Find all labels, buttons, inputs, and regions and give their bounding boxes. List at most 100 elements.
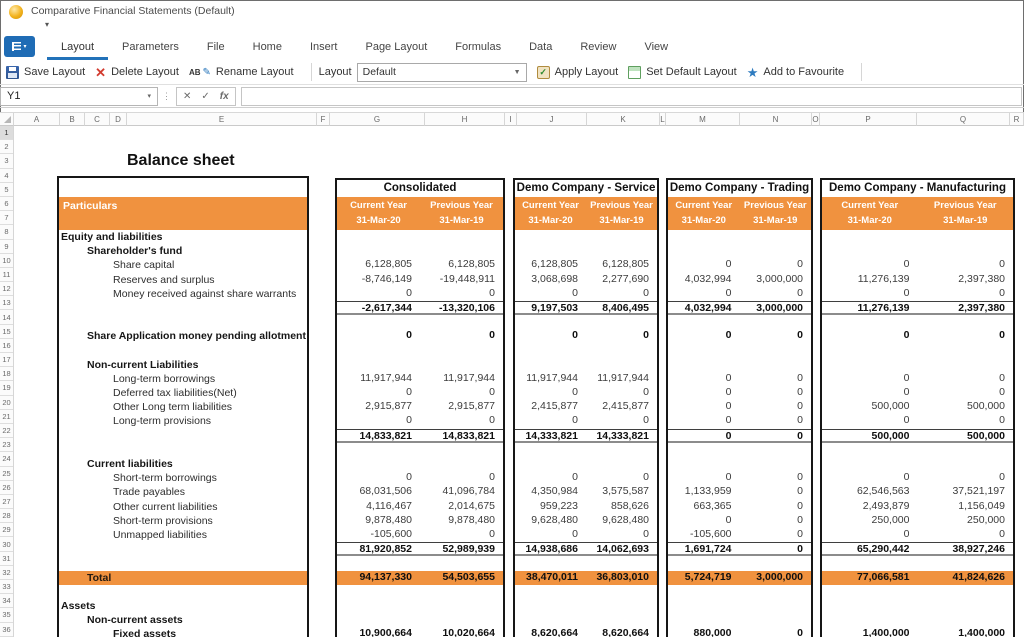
- values-row-trd-sub[interactable]: 4,032,9943,000,000: [668, 301, 811, 315]
- spreadsheet-grid[interactable]: 1234567891011121314151617181920212223242…: [0, 126, 1024, 637]
- current-year-date-mfg[interactable]: 31-Mar-20: [822, 214, 918, 228]
- row-header-34[interactable]: 34: [0, 594, 13, 608]
- previous-year-value[interactable]: 14,062,693: [586, 543, 657, 554]
- values-row-cons-long-term-provisions[interactable]: 00: [337, 414, 503, 428]
- current-year-value[interactable]: 8,620,664: [515, 627, 586, 637]
- row-header-7[interactable]: 7: [0, 211, 13, 225]
- tab-data[interactable]: Data: [515, 34, 566, 60]
- column-header-q[interactable]: Q: [917, 113, 1010, 126]
- row-spacer[interactable]: [59, 585, 307, 599]
- current-year-value[interactable]: 0: [668, 414, 740, 428]
- values-row-mfg-total[interactable]: 77,066,58141,824,626: [822, 571, 1013, 585]
- current-year-value[interactable]: -2,617,344: [337, 302, 420, 313]
- values-row-cons-deferred-tax-liabilities-net[interactable]: 00: [337, 386, 503, 400]
- values-row-mfg-fixed-assets[interactable]: 1,400,0001,400,000: [822, 627, 1013, 637]
- previous-year-value[interactable]: 0: [918, 287, 1014, 301]
- current-year-value[interactable]: 2,493,879: [822, 500, 918, 514]
- values-row-trd-shareholder-s-fund[interactable]: [668, 244, 811, 258]
- previous-year-value[interactable]: 0: [740, 329, 812, 343]
- values-row-svc-spacer[interactable]: [515, 556, 657, 570]
- values-row-svc-assets[interactable]: [515, 599, 657, 613]
- values-row-mfg-share-capital[interactable]: 00: [822, 258, 1013, 272]
- previous-year-value[interactable]: 11,917,944: [420, 372, 503, 386]
- row-header-31[interactable]: 31: [0, 552, 13, 566]
- row-header-3[interactable]: 3: [0, 154, 13, 168]
- confirm-entry-icon[interactable]: ✓: [201, 91, 209, 102]
- current-year-value[interactable]: 2,415,877: [515, 400, 586, 414]
- row-header-33[interactable]: 33: [0, 580, 13, 594]
- previous-year-value[interactable]: 0: [740, 258, 812, 272]
- previous-year-value[interactable]: 500,000: [918, 400, 1014, 414]
- tab-parameters[interactable]: Parameters: [108, 34, 193, 60]
- column-header-o[interactable]: O: [812, 113, 820, 126]
- current-year-value[interactable]: 3,068,698: [515, 273, 586, 287]
- values-row-svc-reserves-and-surplus[interactable]: 3,068,6982,277,690: [515, 273, 657, 287]
- row-label-equity-and-liabilities[interactable]: Equity and liabilities: [59, 230, 307, 244]
- current-year-value[interactable]: 14,938,686: [515, 543, 586, 554]
- row-header-27[interactable]: 27: [0, 495, 13, 509]
- add-to-favourite-button[interactable]: ★ Add to Favourite: [747, 66, 844, 79]
- current-year-value[interactable]: 0: [337, 386, 420, 400]
- current-year-value[interactable]: 0: [337, 414, 420, 428]
- row-header-2[interactable]: 2: [0, 140, 13, 154]
- values-row-mfg-short-term-provisions[interactable]: 250,000250,000: [822, 514, 1013, 528]
- previous-year-value[interactable]: 0: [586, 386, 657, 400]
- column-header-e[interactable]: E: [127, 113, 317, 126]
- particulars-header[interactable]: Particulars: [59, 197, 307, 230]
- row-label-shareholder-s-fund[interactable]: Shareholder's fund: [59, 244, 307, 258]
- values-row-trd-unmapped-liabilities[interactable]: -105,6000: [668, 528, 811, 542]
- row-label-long-term-borrowings[interactable]: Long-term borrowings: [59, 372, 307, 386]
- previous-year-value[interactable]: 0: [740, 372, 812, 386]
- values-row-mfg-long-term-provisions[interactable]: 00: [822, 414, 1013, 428]
- current-year-value[interactable]: 1,133,959: [668, 485, 740, 499]
- values-row-mfg-trade-payables[interactable]: 62,546,56337,521,197: [822, 485, 1013, 499]
- values-row-svc-money-received-against-share-warrants[interactable]: 00: [515, 287, 657, 301]
- previous-year-value[interactable]: 2,415,877: [586, 400, 657, 414]
- current-year-value[interactable]: 250,000: [822, 514, 918, 528]
- previous-year-value[interactable]: 9,878,480: [420, 514, 503, 528]
- current-year-value[interactable]: 0: [668, 400, 740, 414]
- current-year-value[interactable]: 0: [668, 430, 740, 441]
- row-label-unmapped-liabilities[interactable]: Unmapped liabilities: [59, 528, 307, 542]
- values-row-mfg-other-current-liabilities[interactable]: 2,493,8791,156,049: [822, 500, 1013, 514]
- previous-year-value[interactable]: 2,915,877: [420, 400, 503, 414]
- previous-year-value[interactable]: 250,000: [918, 514, 1014, 528]
- column-header-i[interactable]: I: [505, 113, 517, 126]
- previous-year-value[interactable]: 8,406,495: [586, 302, 657, 313]
- row-header-15[interactable]: 15: [0, 325, 13, 339]
- values-row-cons-total[interactable]: 94,137,33054,503,655: [337, 571, 503, 585]
- values-row-cons-fixed-assets[interactable]: 10,900,66410,020,664: [337, 627, 503, 637]
- values-row-cons-short-term-borrowings[interactable]: 00: [337, 471, 503, 485]
- values-row-mfg-money-received-against-share-warrants[interactable]: 00: [822, 287, 1013, 301]
- previous-year-value[interactable]: 0: [420, 414, 503, 428]
- row-label-reserves-and-surplus[interactable]: Reserves and surplus: [59, 273, 307, 287]
- values-row-svc-long-term-borrowings[interactable]: 11,917,94411,917,944: [515, 372, 657, 386]
- column-header-f[interactable]: F: [317, 113, 330, 126]
- current-year-value[interactable]: 6,128,805: [337, 258, 420, 272]
- values-row-svc-other-long-term-liabilities[interactable]: 2,415,8772,415,877: [515, 400, 657, 414]
- current-year-value[interactable]: 0: [668, 471, 740, 485]
- row-sub[interactable]: [59, 542, 307, 556]
- values-row-trd-fixed-assets[interactable]: 880,0000: [668, 627, 811, 637]
- row-header-8[interactable]: 8: [0, 225, 13, 239]
- previous-year-value[interactable]: 0: [420, 471, 503, 485]
- row-sub[interactable]: [59, 301, 307, 315]
- tab-review[interactable]: Review: [566, 34, 630, 60]
- values-row-mfg-unmapped-liabilities[interactable]: 00: [822, 528, 1013, 542]
- row-label-non-current-liabilities[interactable]: Non-current Liabilities: [59, 358, 307, 372]
- values-row-trd-long-term-borrowings[interactable]: 00: [668, 372, 811, 386]
- current-year-value[interactable]: 11,917,944: [337, 372, 420, 386]
- previous-year-value[interactable]: 0: [740, 386, 812, 400]
- values-row-mfg-non-current-assets[interactable]: [822, 613, 1013, 627]
- row-header-25[interactable]: 25: [0, 467, 13, 481]
- row-header-5[interactable]: 5: [0, 183, 13, 197]
- column-header-c[interactable]: C: [85, 113, 110, 126]
- previous-year-value[interactable]: 0: [420, 528, 503, 542]
- current-year-header-mfg[interactable]: Current Year: [822, 199, 918, 213]
- current-year-value[interactable]: 77,066,581: [822, 571, 918, 585]
- previous-year-value[interactable]: 8,620,664: [586, 627, 657, 637]
- row-header-22[interactable]: 22: [0, 424, 13, 438]
- save-layout-button[interactable]: Save Layout: [6, 66, 85, 79]
- row-label-total[interactable]: Total: [59, 571, 307, 585]
- tab-layout[interactable]: Layout: [47, 34, 108, 60]
